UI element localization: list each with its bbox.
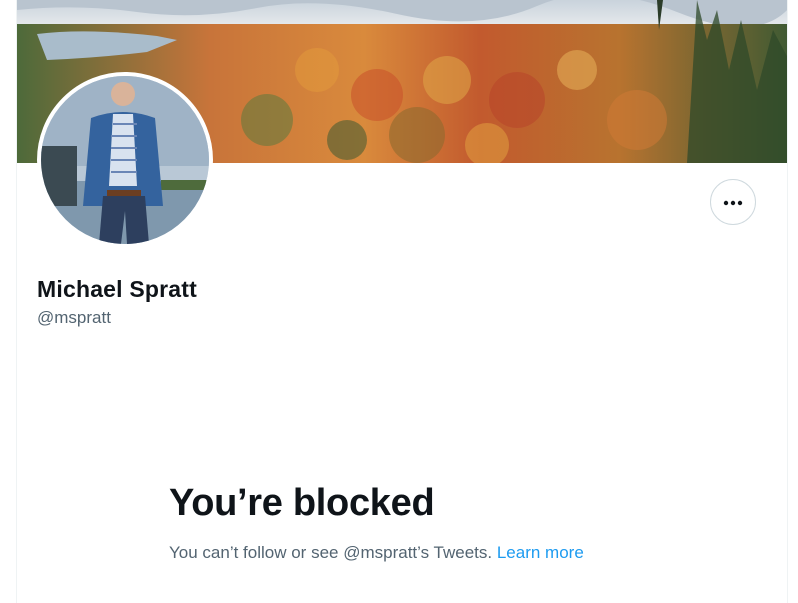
more-horizontal-icon	[723, 193, 743, 211]
blocked-description: You can’t follow or see @mspratt’s Tweet…	[169, 543, 493, 562]
more-options-button[interactable]	[710, 179, 756, 225]
avatar-photo	[41, 76, 209, 244]
blocked-title: You’re blocked	[169, 482, 435, 524]
profile-avatar[interactable]	[37, 72, 213, 248]
profile-handle: @mspratt	[37, 308, 111, 327]
blocked-description-block: You can’t follow or see @mspratt’s Tweet…	[169, 540, 609, 566]
learn-more-link[interactable]: Learn more	[497, 543, 584, 562]
blocked-notice: You’re blocked You can’t follow or see @…	[169, 478, 609, 566]
profile-page: Michael Spratt @mspratt You’re blocked Y…	[16, 0, 788, 603]
profile-display-name: Michael Spratt	[37, 276, 198, 302]
